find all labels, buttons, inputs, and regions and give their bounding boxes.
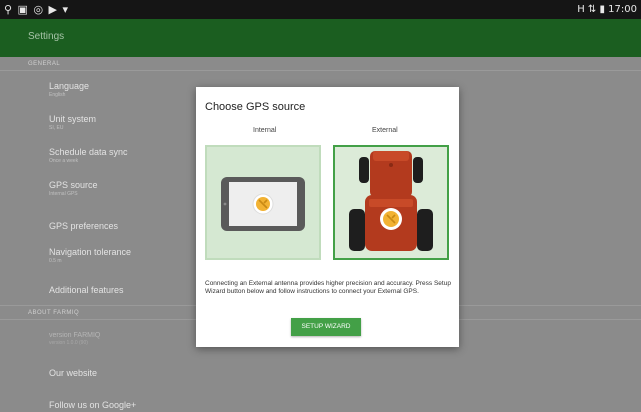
divider: [0, 70, 641, 71]
status-icons-right: H ⇅ ▮ 17:00: [577, 4, 637, 15]
setting-title: GPS source: [49, 180, 98, 190]
setting-summary: version 1.0.0 (90): [49, 340, 88, 346]
setting-title: Unit system: [49, 114, 97, 124]
toolbar-title: Settings: [28, 31, 65, 42]
external-gps-option[interactable]: [333, 145, 449, 260]
setting-title: Schedule data sync: [49, 147, 128, 157]
status-icons-left: ⚲ ▣ ◎ ▶ ▾: [4, 3, 70, 16]
dialog-title: Choose GPS source: [205, 101, 306, 113]
about-version: version FARMIQ version 1.0.0 (90): [49, 332, 100, 346]
setting-language[interactable]: Language English: [49, 81, 89, 98]
setting-gps-source[interactable]: GPS source Internal GPS: [49, 180, 98, 197]
about-website[interactable]: Our website: [49, 368, 97, 378]
setting-summary: Once a week: [49, 158, 79, 164]
setting-title: Language: [49, 81, 90, 91]
setting-summary: Internal GPS: [49, 191, 78, 197]
status-bar: ⚲ ▣ ◎ ▶ ▾ H ⇅ ▮ 17:00: [0, 0, 641, 19]
setting-title: Navigation tolerance: [49, 247, 132, 257]
tractor-icon: [349, 151, 433, 251]
setting-title: Additional features: [49, 285, 124, 295]
setting-schedule-sync[interactable]: Schedule data sync Once a week: [49, 147, 128, 164]
setting-summary: 0.5 m: [49, 258, 62, 264]
internal-gps-option[interactable]: [205, 145, 321, 260]
setup-wizard-button[interactable]: SETUP WIZARD: [291, 318, 361, 336]
section-header-about: ABOUT FARMIQ: [28, 310, 80, 316]
setting-additional-features[interactable]: Additional features: [49, 285, 124, 295]
gps-description: Connecting an External antenna provides …: [205, 280, 451, 295]
setting-title: Our website: [49, 368, 98, 378]
internal-label: Internal: [253, 127, 277, 134]
about-google-plus[interactable]: Follow us on Google+: [49, 400, 136, 410]
setting-unit-system[interactable]: Unit system SI, EU: [49, 114, 96, 131]
setting-title: GPS preferences: [49, 221, 119, 231]
setting-summary: SI, EU: [49, 125, 64, 131]
setting-gps-preferences[interactable]: GPS preferences: [49, 221, 118, 231]
app-toolbar: Settings: [0, 19, 641, 57]
setting-summary: English: [49, 92, 66, 98]
external-label: External: [372, 127, 398, 134]
setting-navigation-tolerance[interactable]: Navigation tolerance 0.5 m: [49, 247, 131, 264]
setting-title: Follow us on Google+: [49, 400, 137, 410]
gps-source-dialog: Choose GPS source Internal External Conn…: [196, 87, 459, 347]
setting-title: version FARMIQ: [49, 332, 101, 339]
tablet-icon: [221, 177, 305, 231]
section-header-general: GENERAL: [28, 61, 61, 67]
